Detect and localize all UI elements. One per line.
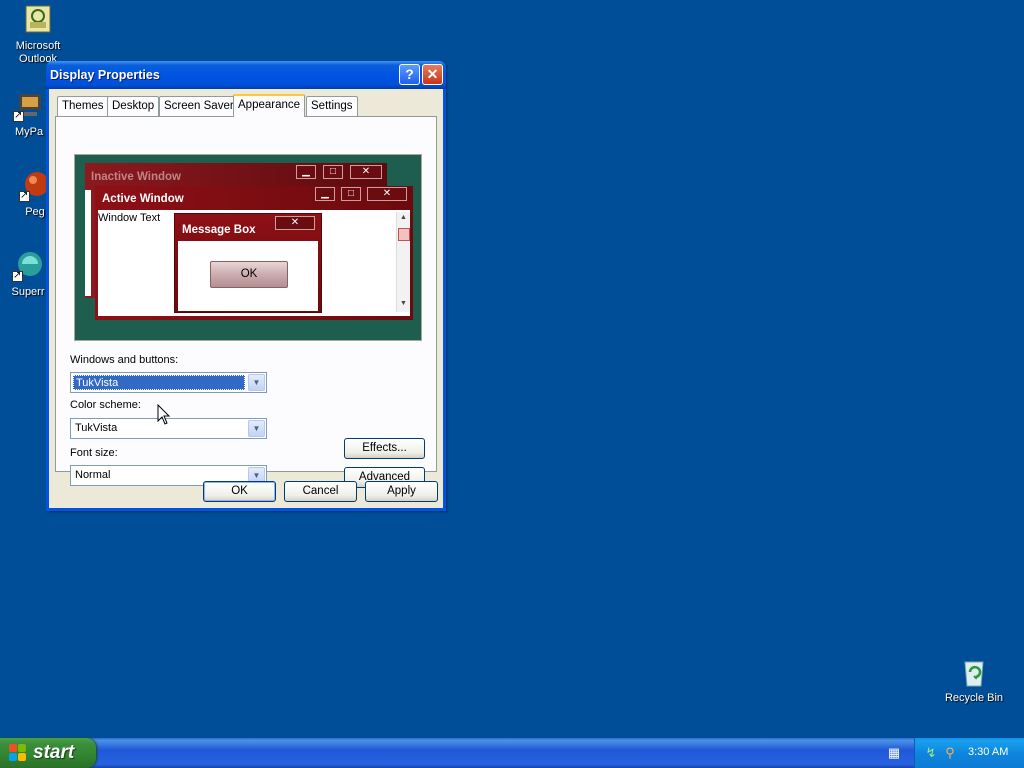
mouse-cursor-icon xyxy=(157,403,171,426)
font-size-value: Normal xyxy=(75,469,111,481)
dialog-body: Themes Desktop Screen Saver Appearance S… xyxy=(49,89,443,508)
appearance-panel: Inactive Window ▁ □ ✕ Active Window ▁ □ … xyxy=(55,116,437,488)
start-button[interactable]: start xyxy=(0,738,96,768)
title-bar[interactable]: Display Properties ? ✕ xyxy=(46,61,446,89)
preview-scrollbar: ▲ ▼ xyxy=(396,212,410,312)
windows-buttons-select[interactable]: TukVista ▼ xyxy=(70,372,267,393)
scroll-up-icon: ▲ xyxy=(400,214,407,221)
scroll-down-icon: ▼ xyxy=(400,300,407,307)
window-title: Display Properties xyxy=(50,68,160,82)
tab-themes[interactable]: Themes xyxy=(57,96,109,116)
scroll-thumb xyxy=(398,228,410,241)
outlook-icon xyxy=(22,4,54,36)
tab-settings[interactable]: Settings xyxy=(306,96,358,116)
tab-appearance[interactable]: Appearance xyxy=(233,94,306,117)
close-icon: ✕ xyxy=(426,66,439,82)
close-icon: ✕ xyxy=(275,216,315,230)
apply-button[interactable]: Apply xyxy=(365,481,438,502)
close-icon: ✕ xyxy=(350,165,382,179)
network-icon[interactable]: ↯ xyxy=(923,745,939,761)
shortcut-arrow-icon xyxy=(19,189,30,202)
windows-buttons-label: Windows and buttons: xyxy=(70,354,179,366)
desktop-icon-outlook[interactable]: Microsoft Outlook xyxy=(0,4,76,66)
font-size-label: Font size: xyxy=(70,447,118,459)
shortcut-arrow-icon xyxy=(12,269,23,282)
minimize-icon: ▁ xyxy=(315,187,335,201)
windows-buttons-value: TukVista xyxy=(73,375,245,390)
tab-desktop[interactable]: Desktop xyxy=(107,96,160,116)
preview-message-title: Message Box xyxy=(182,224,256,236)
color-scheme-value: TukVista xyxy=(75,422,118,434)
desktop-icon-recycle-bin[interactable]: Recycle Bin xyxy=(936,656,1012,705)
keyboard-icon[interactable]: ▦ xyxy=(886,745,902,761)
start-label: start xyxy=(33,742,75,763)
effects-button[interactable]: Effects... xyxy=(344,438,425,459)
maximize-icon: □ xyxy=(341,187,361,201)
chevron-down-icon[interactable]: ▼ xyxy=(248,374,265,391)
recycle-bin-icon xyxy=(958,656,990,688)
mypc-icon xyxy=(13,90,45,122)
search-icon[interactable]: ⚲ xyxy=(942,745,958,761)
tab-screen-saver[interactable]: Screen Saver xyxy=(159,96,239,116)
close-icon: ✕ xyxy=(367,187,407,201)
help-icon: ? xyxy=(405,66,414,82)
desktop-icon-label: Recycle Bin xyxy=(944,692,1004,704)
maximize-icon: □ xyxy=(323,165,343,179)
preview-inactive-title: Inactive Window xyxy=(91,171,181,183)
cancel-button[interactable]: Cancel xyxy=(284,481,357,502)
clock[interactable]: 3:30 AM xyxy=(968,746,1008,758)
super-icon xyxy=(12,250,44,282)
windows-logo-icon xyxy=(9,744,27,762)
preview-ok-button: OK xyxy=(210,261,288,288)
system-tray: ↯ ⚲ 3:30 AM xyxy=(914,738,1024,768)
chevron-down-icon[interactable]: ▼ xyxy=(248,420,265,437)
taskbar: start ▦ ↯ ⚲ 3:30 AM xyxy=(0,738,1024,768)
preview-active-title: Active Window xyxy=(102,193,184,205)
help-button[interactable]: ? xyxy=(399,64,420,85)
close-button[interactable]: ✕ xyxy=(422,64,443,85)
appearance-preview: Inactive Window ▁ □ ✕ Active Window ▁ □ … xyxy=(74,154,422,341)
color-scheme-label: Color scheme: xyxy=(70,399,141,411)
preview-message-box: Message Box ✕ OK xyxy=(174,213,322,313)
shortcut-arrow-icon xyxy=(13,109,24,122)
ok-button[interactable]: OK xyxy=(203,481,276,502)
preview-window-text: Window Text xyxy=(98,212,161,224)
display-properties-window: Display Properties ? ✕ Themes Desktop Sc… xyxy=(46,61,446,511)
minimize-icon: ▁ xyxy=(296,165,316,179)
